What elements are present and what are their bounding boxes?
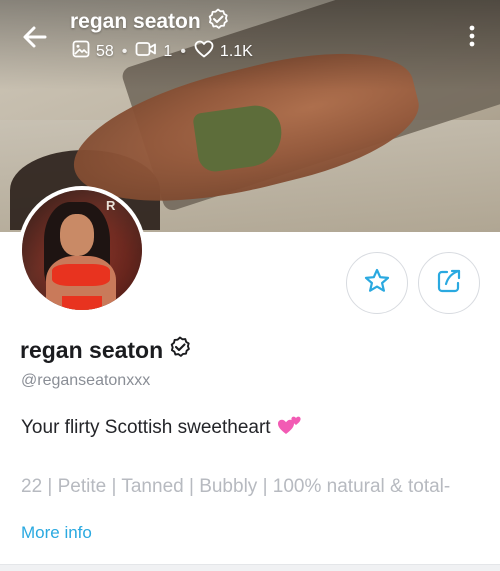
two-hearts-icon: [277, 414, 303, 442]
photos-stat[interactable]: 58: [72, 40, 114, 63]
profile-name-text: regan seaton: [20, 336, 164, 363]
section-divider: [0, 564, 500, 571]
star-icon: [363, 267, 391, 300]
bio-text: Your flirty Scottish sweetheart: [21, 417, 271, 438]
profile-details: 22 | Petite | Tanned | Bubbly | 100% nat…: [21, 476, 451, 497]
header-title-text: regan seaton: [70, 10, 201, 33]
profile-bio: Your flirty Scottish sweetheart 💕: [21, 414, 303, 442]
stat-separator: •: [121, 42, 128, 60]
avatar-bottom: [62, 296, 102, 310]
header-stats: 58 • 1 • 1.1K: [72, 40, 253, 63]
header-title: regan seaton: [70, 8, 229, 36]
favorite-button[interactable]: [346, 252, 408, 314]
likes-stat[interactable]: 1.1K: [194, 40, 253, 63]
more-info-link[interactable]: More info: [21, 523, 92, 543]
videos-stat[interactable]: 1: [135, 40, 172, 63]
likes-count: 1.1K: [219, 42, 253, 60]
avatar-wall-letter: R: [106, 198, 116, 213]
share-icon: [435, 267, 463, 300]
profile-name: regan seaton: [20, 336, 191, 364]
video-icon: [135, 40, 157, 63]
photos-count: 58: [96, 42, 114, 60]
avatar-top: [52, 264, 110, 286]
verified-badge-icon: [207, 8, 229, 36]
top-bar: regan seaton 58 • 1 • 1.1K: [0, 0, 500, 70]
profile-handle: @reganseatonxxx: [21, 372, 151, 389]
heart-icon: [194, 40, 214, 63]
more-vertical-icon[interactable]: [462, 22, 482, 50]
avatar[interactable]: R: [18, 186, 146, 314]
verified-badge-icon: [169, 336, 191, 364]
image-icon: [72, 40, 90, 63]
avatar-image: R: [22, 190, 142, 310]
stat-separator: •: [180, 42, 186, 60]
share-button[interactable]: [418, 252, 480, 314]
avatar-face: [60, 214, 94, 256]
arrow-left-icon[interactable]: [18, 20, 52, 54]
videos-count: 1: [163, 42, 173, 60]
